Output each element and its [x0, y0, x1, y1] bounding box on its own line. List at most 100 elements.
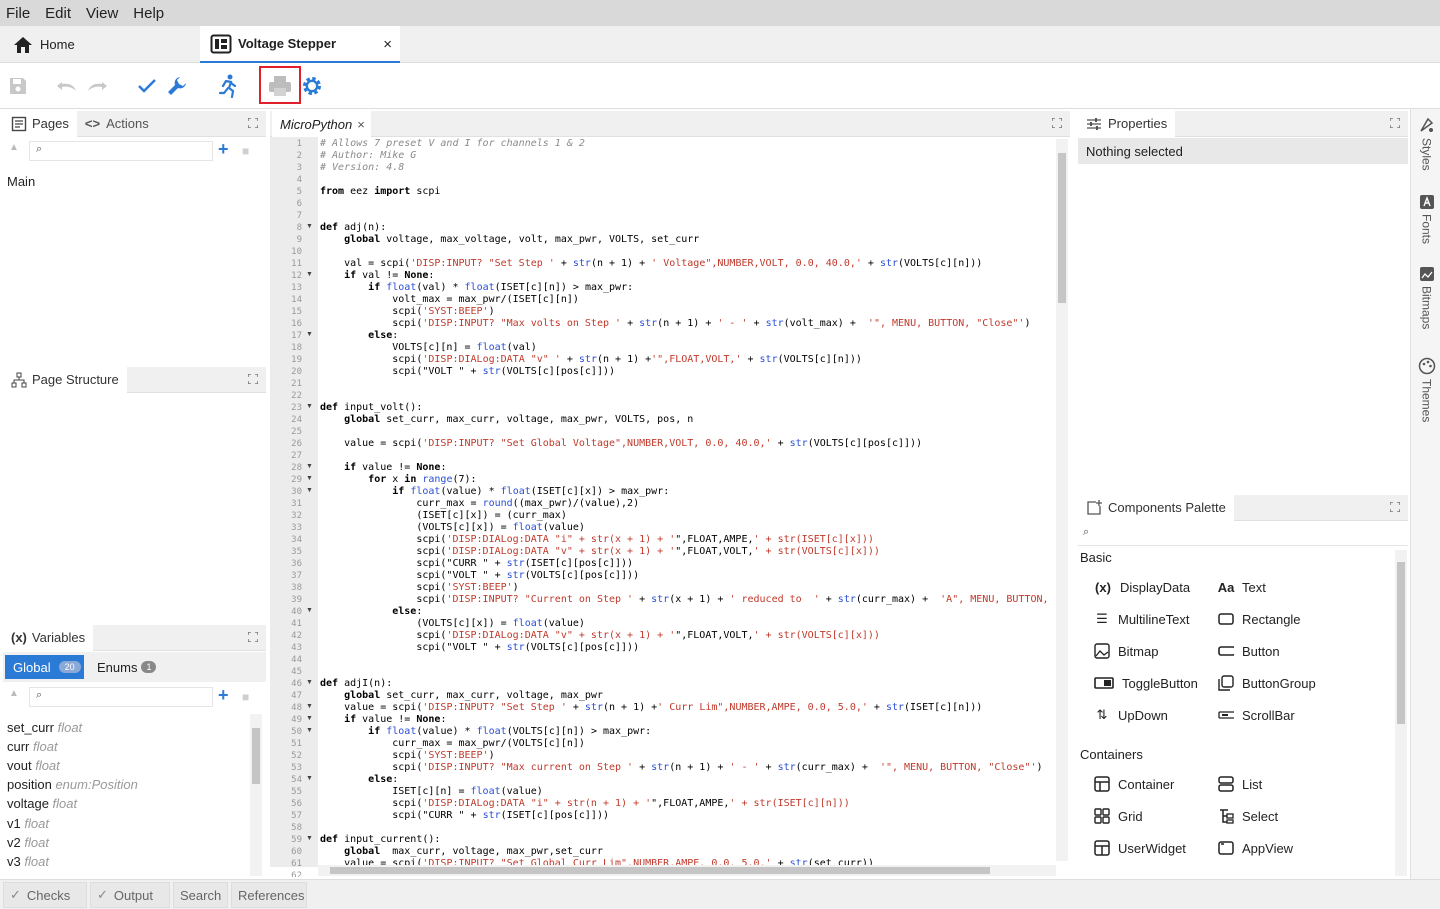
fold-toggle-icon[interactable]: ▼: [306, 775, 313, 782]
close-icon[interactable]: ×: [383, 36, 392, 53]
pages-search-row: ▲ ⌕ + ■: [3, 138, 266, 164]
pages-search-input[interactable]: ⌕: [29, 141, 213, 161]
list-item[interactable]: position enum:Position: [7, 777, 138, 792]
tab-properties[interactable]: Properties: [1078, 110, 1176, 137]
component-text[interactable]: Aa Text: [1218, 577, 1266, 597]
list-item[interactable]: v1 float: [7, 816, 49, 831]
maximize-icon[interactable]: [248, 632, 258, 642]
scrollbar[interactable]: [250, 714, 262, 876]
component-select[interactable]: Select: [1218, 806, 1278, 826]
tab-home[interactable]: Home: [0, 26, 200, 63]
editor-horizontal-scrollbar[interactable]: [318, 865, 1056, 876]
fold-toggle-icon[interactable]: ▼: [306, 331, 313, 338]
maximize-icon[interactable]: [1390, 502, 1400, 512]
tab-pages[interactable]: Pages: [3, 110, 77, 137]
check-button[interactable]: [132, 71, 162, 101]
component-buttongroup[interactable]: ButtonGroup: [1218, 673, 1316, 693]
tab-variables[interactable]: (x) Variables: [3, 624, 94, 651]
maximize-icon[interactable]: [248, 374, 258, 384]
sort-icon[interactable]: ▲: [9, 688, 19, 699]
save-button[interactable]: [3, 71, 33, 101]
fold-toggle-icon[interactable]: ▼: [306, 403, 313, 410]
tab-page-structure[interactable]: Page Structure: [3, 366, 127, 393]
list-item[interactable]: set_curr float: [7, 720, 82, 735]
component-container[interactable]: Container: [1094, 774, 1174, 794]
palette-scrollbar[interactable]: [1395, 550, 1407, 876]
build-button[interactable]: [162, 71, 192, 101]
side-tab-bitmaps[interactable]: Bitmaps: [1413, 266, 1440, 329]
component-appview[interactable]: AppView: [1218, 838, 1293, 858]
menu-help[interactable]: Help: [133, 5, 164, 22]
maximize-icon[interactable]: [248, 118, 258, 128]
side-tab-themes[interactable]: Themes: [1413, 357, 1440, 422]
fold-toggle-icon[interactable]: ▼: [306, 679, 313, 686]
tab-enums[interactable]: Enums 1: [97, 655, 157, 679]
line-number: 30: [291, 487, 302, 497]
menu-edit[interactable]: Edit: [45, 5, 71, 22]
component-bitmap[interactable]: Bitmap: [1094, 641, 1158, 661]
tab-search[interactable]: Search: [173, 882, 228, 908]
tab-output[interactable]: ✓ Output: [90, 882, 170, 908]
component-list[interactable]: List: [1218, 774, 1262, 794]
run-button[interactable]: [213, 71, 243, 101]
maximize-icon[interactable]: [1052, 118, 1062, 128]
list-item[interactable]: curr float: [7, 739, 58, 754]
code-editor[interactable]: 1 # Allows 7 preset V and I for channels …: [270, 137, 1070, 877]
fold-toggle-icon[interactable]: ▼: [306, 727, 313, 734]
fold-toggle-icon[interactable]: ▼: [306, 487, 313, 494]
delete-icon[interactable]: ■: [242, 144, 249, 158]
tab-voltage-stepper[interactable]: Voltage Stepper ×: [200, 26, 400, 63]
menu-view[interactable]: View: [86, 5, 118, 22]
side-tab-styles[interactable]: Styles: [1413, 116, 1440, 171]
add-page-button[interactable]: +: [218, 139, 229, 160]
code-line: (ISET[c][x]) = (curr_max): [320, 510, 567, 521]
fold-toggle-icon[interactable]: ▼: [306, 703, 313, 710]
tab-micropython[interactable]: MicroPython ×: [272, 111, 371, 137]
list-item[interactable]: voltage float: [7, 796, 77, 811]
fold-toggle-icon[interactable]: ▼: [306, 475, 313, 482]
editor-vertical-scrollbar[interactable]: [1056, 139, 1068, 861]
close-icon[interactable]: ×: [357, 117, 365, 132]
tab-actions[interactable]: <> Actions: [77, 111, 157, 137]
list-item[interactable]: v2 float: [7, 835, 49, 850]
component-scrollbar[interactable]: ScrollBar: [1218, 705, 1295, 725]
component-togglebutton[interactable]: ToggleButton: [1094, 673, 1198, 693]
component-updown[interactable]: ⇅ UpDown: [1094, 705, 1168, 725]
fold-toggle-icon[interactable]: ▼: [306, 835, 313, 842]
undo-button[interactable]: [52, 71, 82, 101]
tab-output-label: Output: [113, 887, 153, 903]
component-displaydata[interactable]: (x) DisplayData: [1094, 577, 1190, 597]
tab-references[interactable]: References: [231, 882, 307, 908]
component-grid[interactable]: Grid: [1094, 806, 1143, 826]
list-icon: [1218, 776, 1234, 792]
tab-global[interactable]: Global 20: [5, 655, 84, 679]
redo-button[interactable]: [82, 71, 112, 101]
maximize-icon[interactable]: [1390, 118, 1400, 128]
component-button[interactable]: Button: [1218, 641, 1280, 661]
fold-toggle-icon[interactable]: ▼: [306, 715, 313, 722]
variables-search-input[interactable]: ⌕: [29, 687, 213, 707]
tab-components-palette[interactable]: Components Palette: [1078, 494, 1234, 521]
palette-search-input[interactable]: ⌕: [1078, 522, 1408, 546]
component-userwidget[interactable]: UserWidget: [1094, 838, 1186, 858]
sort-icon[interactable]: ▲: [9, 142, 19, 153]
settings-button[interactable]: [297, 71, 327, 101]
fold-toggle-icon[interactable]: ▼: [306, 607, 313, 614]
list-item[interactable]: vout float: [7, 758, 60, 773]
tab-checks[interactable]: ✓ Checks: [3, 882, 87, 908]
line-number: 6: [296, 199, 302, 209]
component-rectangle[interactable]: Rectangle: [1218, 609, 1301, 629]
fold-toggle-icon[interactable]: ▼: [306, 463, 313, 470]
component-multilinetext[interactable]: ☰ MultilineText: [1094, 609, 1189, 629]
fold-toggle-icon[interactable]: ▼: [306, 223, 313, 230]
fold-toggle-icon[interactable]: ▼: [306, 271, 313, 278]
line-number: 43: [291, 643, 302, 653]
add-variable-button[interactable]: +: [218, 685, 229, 706]
add-component-icon: [1087, 499, 1102, 515]
component-label: Select: [1242, 808, 1279, 824]
menu-file[interactable]: File: [6, 5, 30, 22]
delete-icon[interactable]: ■: [242, 690, 249, 704]
side-tab-fonts[interactable]: Fonts: [1413, 194, 1440, 244]
list-item[interactable]: v3 float: [7, 854, 49, 869]
page-item-main[interactable]: Main: [7, 174, 35, 189]
